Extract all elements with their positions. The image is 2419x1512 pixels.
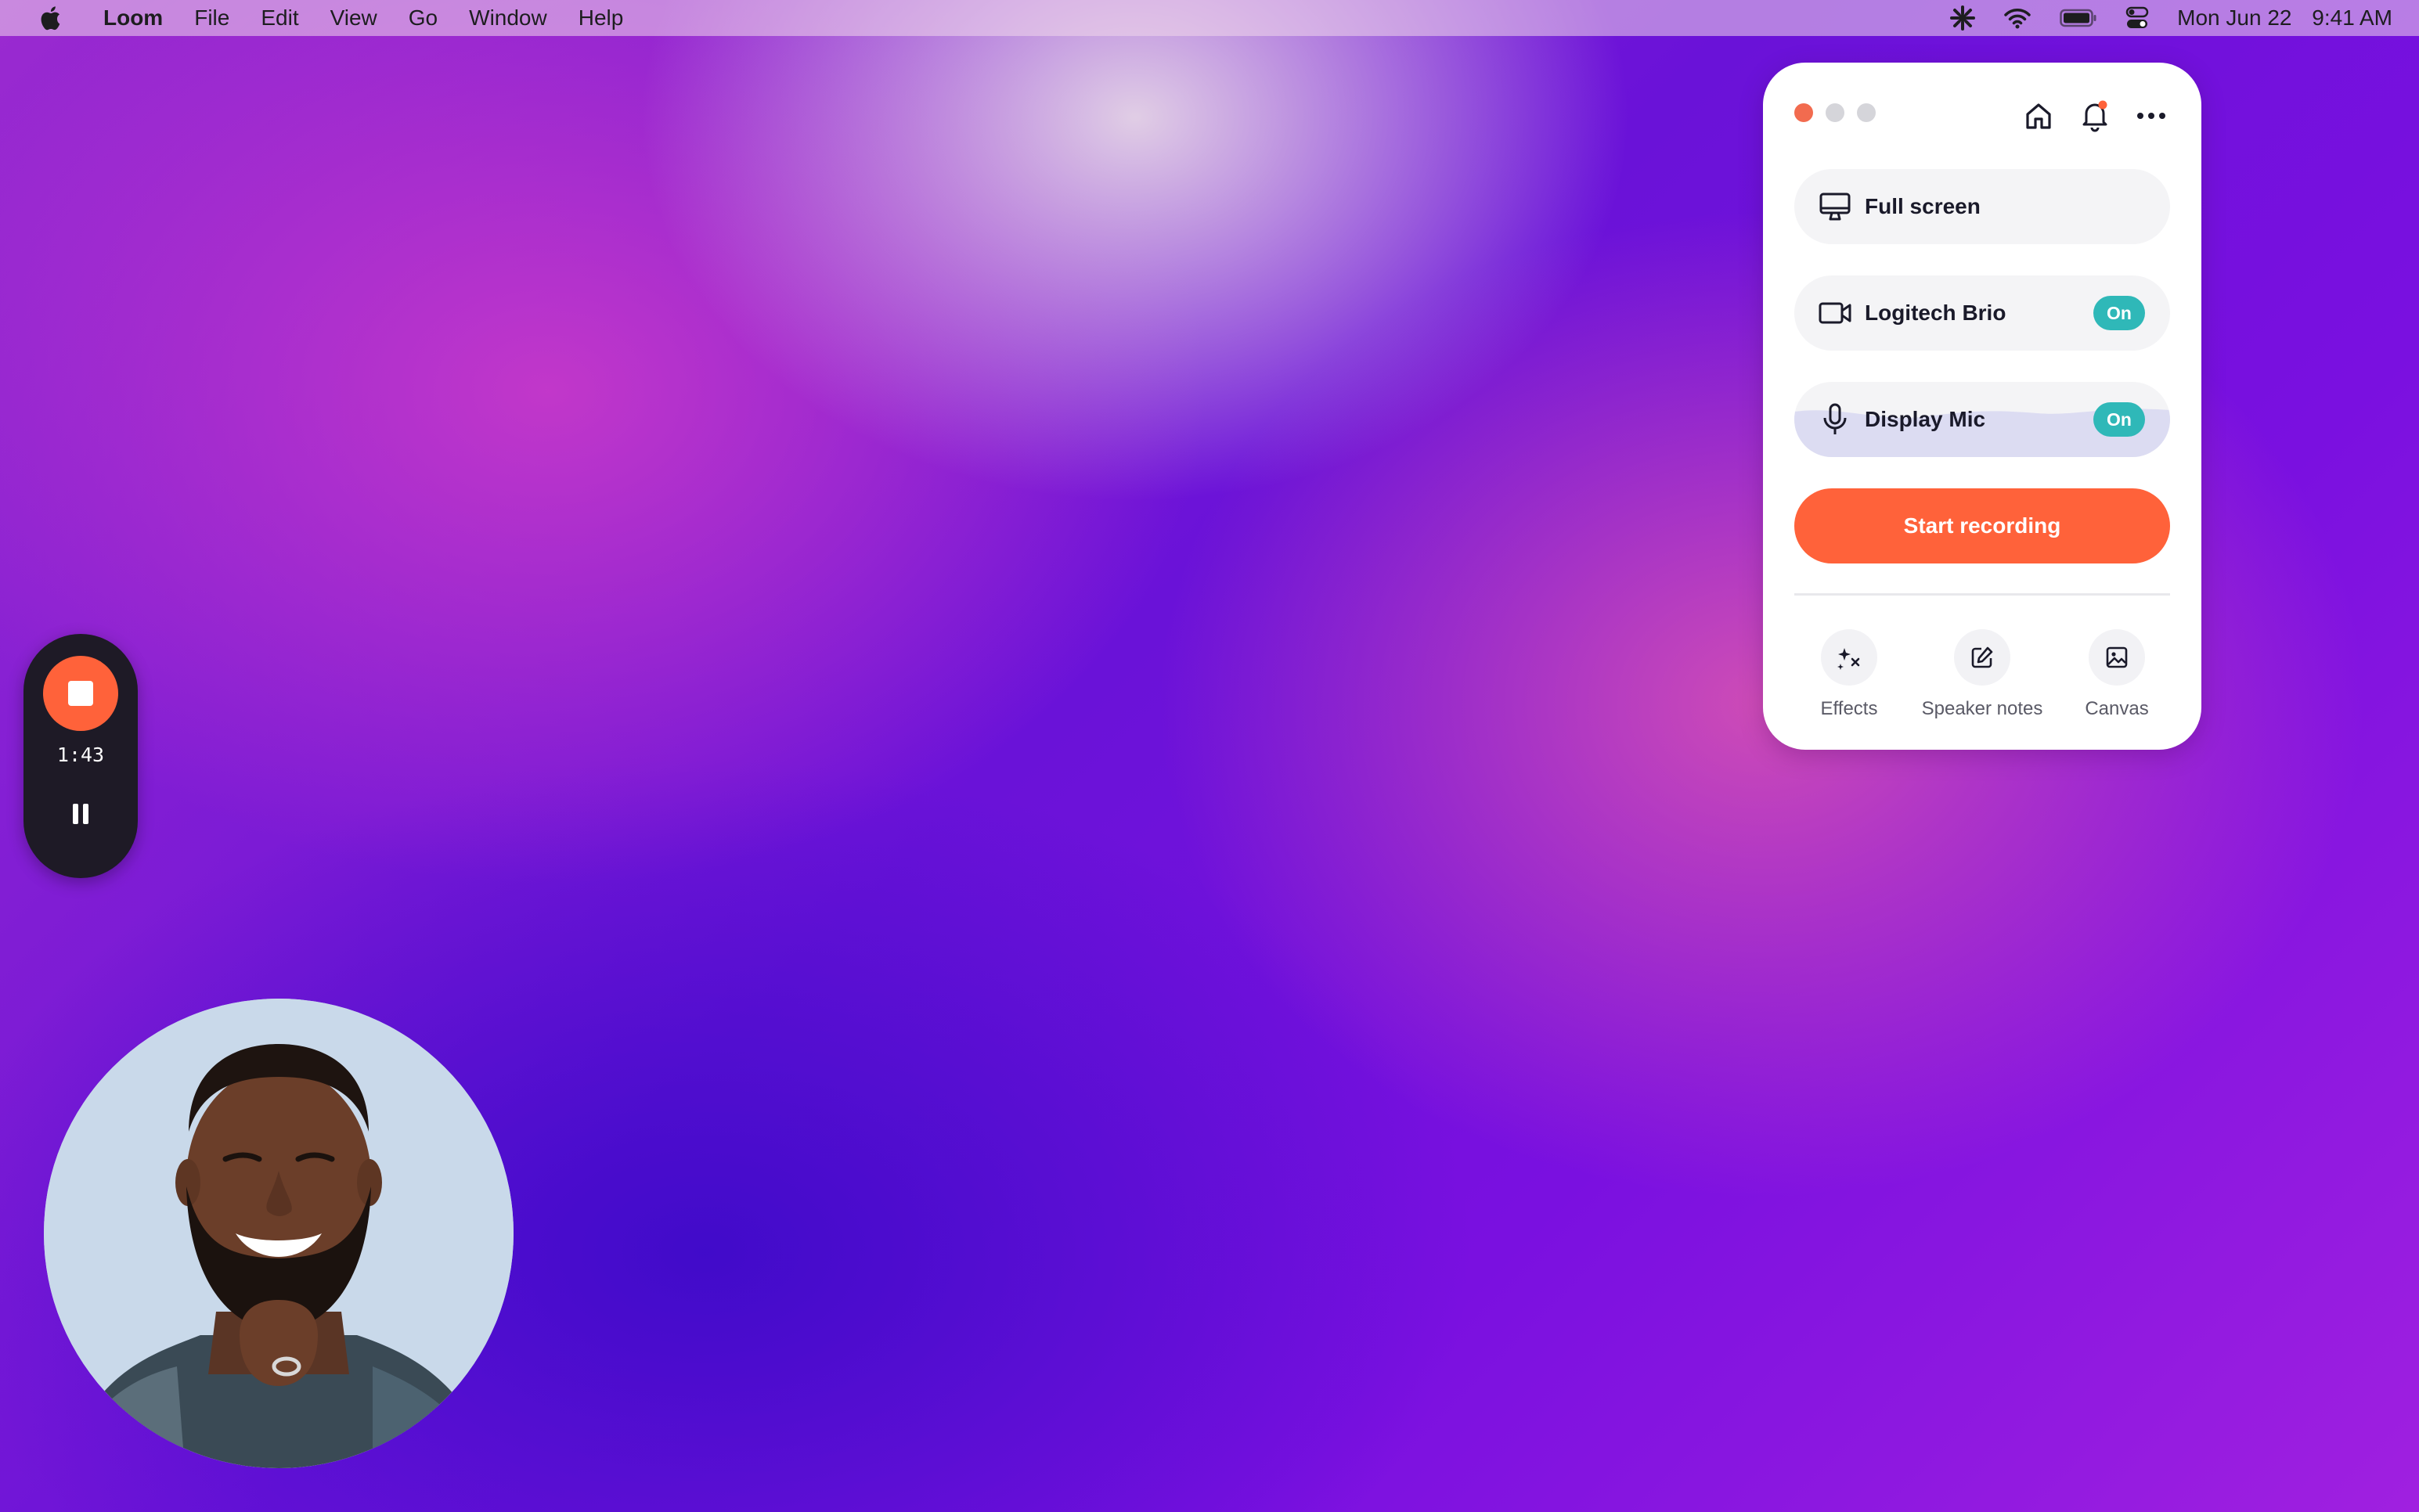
- menu-time: 9:41 AM: [2312, 5, 2392, 30]
- wifi-icon[interactable]: [2003, 7, 2031, 29]
- monitor-icon: [1818, 189, 1852, 224]
- control-center-icon[interactable]: [2125, 6, 2149, 30]
- menu-help[interactable]: Help: [579, 5, 624, 31]
- canvas-tool[interactable]: Canvas: [2046, 629, 2187, 720]
- notifications-bell-icon[interactable]: [2076, 97, 2114, 135]
- menu-window[interactable]: Window: [469, 5, 547, 31]
- more-options-icon[interactable]: [2132, 97, 2170, 135]
- camera-selector[interactable]: Logitech Brio On: [1794, 275, 2170, 351]
- menu-app-name[interactable]: Loom: [103, 5, 163, 31]
- webcam-person-image: [44, 999, 514, 1468]
- battery-icon[interactable]: [2060, 9, 2097, 27]
- edit-icon: [1954, 629, 2010, 686]
- divider: [1794, 593, 2170, 596]
- microphone-toggle[interactable]: On: [2093, 402, 2145, 437]
- recording-timer: 1:43: [56, 743, 105, 766]
- home-icon[interactable]: [2020, 97, 2057, 135]
- effects-label: Effects: [1820, 698, 1878, 719]
- menu-clock[interactable]: Mon Jun 22 9:41 AM: [2177, 5, 2392, 31]
- speaker-notes-label: Speaker notes: [1921, 698, 2043, 719]
- microphone-selector[interactable]: Display Mic On: [1794, 382, 2170, 457]
- menu-date: Mon Jun 22: [2177, 5, 2292, 30]
- stop-recording-button[interactable]: [43, 656, 118, 731]
- recording-controls: 1:43: [23, 634, 138, 878]
- stop-icon: [68, 681, 93, 706]
- effects-icon: [1821, 629, 1877, 686]
- camera-bubble[interactable]: [44, 999, 514, 1468]
- camera-toggle[interactable]: On: [2093, 296, 2145, 330]
- pause-button[interactable]: [65, 798, 96, 830]
- zoom-button[interactable]: [1857, 103, 1876, 122]
- close-button[interactable]: [1794, 103, 1813, 122]
- loom-panel: Full screen Logitech Brio On Display Mic…: [1763, 63, 2201, 750]
- menu-bar: Loom File Edit View Go Window Help Mon J…: [0, 0, 2419, 36]
- loom-status-icon[interactable]: [1950, 5, 1976, 31]
- screen-source-label: Full screen: [1865, 194, 1981, 218]
- speaker-notes-tool[interactable]: Speaker notes: [1912, 629, 2053, 720]
- image-icon: [2089, 629, 2145, 686]
- video-camera-icon: [1818, 296, 1852, 330]
- start-recording-button[interactable]: Start recording: [1794, 488, 2170, 563]
- menu-file[interactable]: File: [194, 5, 229, 31]
- canvas-label: Canvas: [2085, 698, 2149, 719]
- menu-edit[interactable]: Edit: [261, 5, 298, 31]
- microphone-icon: [1818, 402, 1852, 437]
- minimize-button[interactable]: [1826, 103, 1844, 122]
- status-area: Mon Jun 22 9:41 AM: [1922, 0, 2392, 36]
- menu-go[interactable]: Go: [409, 5, 438, 31]
- camera-label: Logitech Brio: [1865, 301, 2006, 325]
- menu-view[interactable]: View: [330, 5, 377, 31]
- screen-source-selector[interactable]: Full screen: [1794, 169, 2170, 244]
- microphone-label: Display Mic: [1865, 407, 1986, 431]
- effects-tool[interactable]: Effects: [1779, 629, 1920, 720]
- apple-logo-icon[interactable]: [39, 5, 63, 31]
- pause-icon: [73, 804, 88, 824]
